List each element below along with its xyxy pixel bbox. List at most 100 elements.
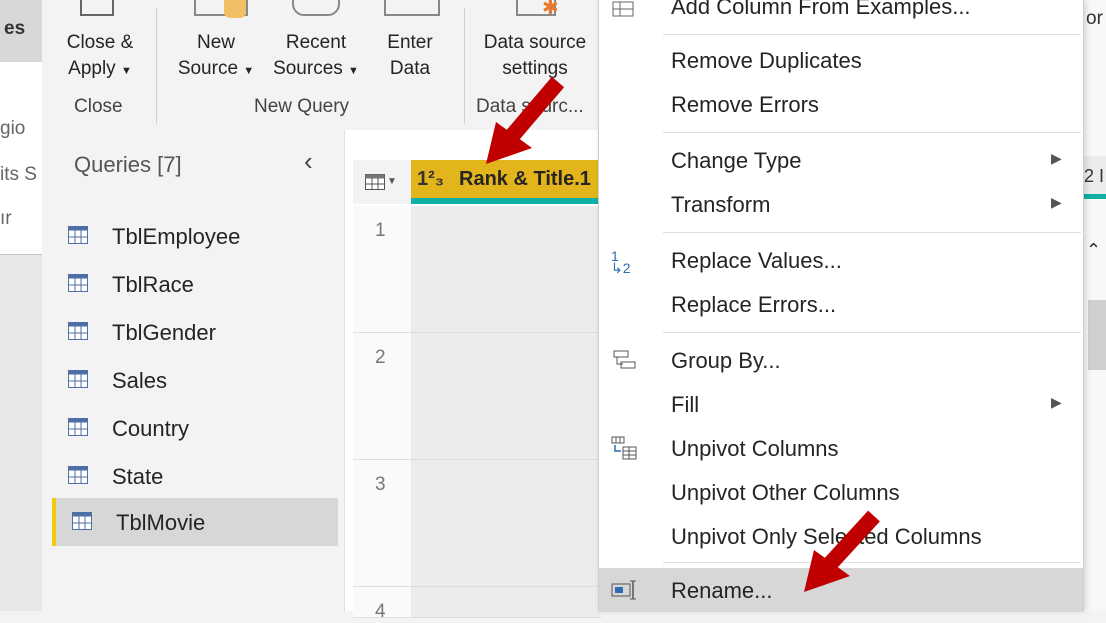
background-window: es gio its S ır <box>0 0 43 611</box>
table-menu-button[interactable]: ▼ <box>353 160 412 204</box>
annotation-arrow <box>486 76 565 164</box>
data-cell[interactable] <box>411 333 601 460</box>
examples-icon <box>612 1 634 17</box>
button-label: New <box>196 32 235 53</box>
ribbon-group-label: Close <box>74 96 123 117</box>
table-icon <box>68 322 88 340</box>
queries-pane: Queries [7] ‹ TblEmployee TblRace TblGen… <box>42 130 344 611</box>
menu-item-label: Group By... <box>671 348 781 373</box>
menu-item-remove-duplicates[interactable]: Remove Duplicates <box>599 38 1083 82</box>
chevron-down-icon: ▼ <box>120 65 132 77</box>
menu-item-label: Replace Values... <box>671 248 842 273</box>
background-text: ır <box>0 208 12 229</box>
table-icon <box>68 274 88 292</box>
button-label: Source <box>177 58 239 79</box>
menu-item-group-by[interactable]: Group By... <box>599 338 1083 382</box>
menu-item-add-column-from-examples[interactable]: Add Column From Examples... <box>599 0 1083 28</box>
menu-item-transform[interactable]: Transform ▶ <box>599 182 1083 226</box>
row-number[interactable]: 2 <box>353 333 412 460</box>
submenu-arrow-icon: ▶ <box>1051 194 1062 210</box>
right-panel-edge: or 2 I ⌃ <box>1082 0 1106 611</box>
whole-number-type-icon[interactable]: 1²₃ <box>417 168 444 191</box>
scrollbar-thumb[interactable] <box>1088 300 1106 370</box>
chevron-up-icon[interactable]: ⌃ <box>1086 240 1101 261</box>
background-text: or <box>1086 8 1103 29</box>
data-cell[interactable] <box>411 206 601 333</box>
menu-separator <box>663 332 1081 333</box>
new-source-button[interactable]: New Source ▼ <box>166 30 266 84</box>
divider <box>464 8 465 124</box>
row-number-label: 1 <box>375 220 386 241</box>
query-label: Country <box>112 416 190 441</box>
row-number-label: 3 <box>375 474 386 495</box>
rename-icon <box>611 580 636 600</box>
menu-item-label: Remove Duplicates <box>671 48 862 73</box>
data-cell[interactable] <box>411 460 601 587</box>
table-icon <box>68 226 88 244</box>
chevron-down-icon: ▼ <box>387 176 397 187</box>
query-label: State <box>112 464 164 489</box>
menu-item-label: Remove Errors <box>671 92 819 117</box>
button-label: Recent <box>285 32 347 53</box>
menu-item-label: Fill <box>671 392 700 417</box>
query-item-selected[interactable]: TblMovie <box>52 498 338 546</box>
gear-icon: ✱ <box>542 0 559 19</box>
row-number[interactable]: 1 <box>353 206 412 333</box>
close-apply-icon <box>80 0 114 16</box>
recent-sources-button[interactable]: Recent Sources ▼ <box>264 30 368 84</box>
group-by-icon <box>613 350 636 369</box>
menu-item-label: Unpivot Columns <box>671 436 839 461</box>
row-number-label: 4 <box>375 601 386 622</box>
menu-separator <box>663 132 1081 133</box>
query-item[interactable]: TblRace <box>52 260 334 308</box>
row-number-label: 2 <box>375 347 386 368</box>
menu-item-label: Rename... <box>671 578 773 603</box>
button-label: Apply <box>68 58 116 79</box>
button-label: Sources <box>273 58 343 79</box>
replace-values-icon: 1 ↳2 <box>611 248 631 276</box>
query-item[interactable]: State <box>52 452 334 500</box>
enter-data-button[interactable]: Enter Data <box>372 30 448 82</box>
menu-item-fill[interactable]: Fill ▶ <box>599 382 1083 426</box>
query-item[interactable]: TblGender <box>52 308 334 356</box>
query-item[interactable]: Sales <box>52 356 334 404</box>
query-item[interactable]: TblEmployee <box>52 212 334 260</box>
query-label: TblGender <box>112 320 216 345</box>
menu-item-label: Unpivot Other Columns <box>671 480 900 505</box>
row-number[interactable]: 4 <box>353 587 412 622</box>
table-icon <box>365 174 385 190</box>
next-column-header[interactable]: 2 I <box>1082 156 1106 199</box>
next-column-label: 2 I <box>1084 166 1105 186</box>
query-label: TblMovie <box>116 510 206 535</box>
menu-separator <box>663 232 1081 233</box>
enter-data-icon <box>384 0 440 16</box>
collapse-pane-icon[interactable]: ‹ <box>304 146 313 177</box>
menu-item-unpivot-columns[interactable]: Unpivot Columns <box>599 426 1083 470</box>
menu-item-replace-values[interactable]: 1 ↳2 Replace Values... <box>599 238 1083 282</box>
background-tab[interactable]: es <box>0 0 42 62</box>
table-icon <box>68 466 88 484</box>
close-apply-button[interactable]: Close & Apply ▼ <box>50 30 150 84</box>
chevron-down-icon: ▼ <box>243 65 255 77</box>
query-label: TblEmployee <box>112 224 241 249</box>
background-text: gio <box>0 118 26 139</box>
menu-item-label: Add Column From Examples... <box>671 0 971 19</box>
submenu-arrow-icon: ▶ <box>1051 394 1062 410</box>
menu-item-change-type[interactable]: Change Type ▶ <box>599 138 1083 182</box>
menu-item-remove-errors[interactable]: Remove Errors <box>599 82 1083 126</box>
button-label: Enter <box>387 32 433 53</box>
button-label: Data source <box>483 32 587 53</box>
divider <box>156 8 157 124</box>
database-icon <box>224 0 246 18</box>
button-label: Close & <box>66 32 134 53</box>
data-cell[interactable] <box>411 587 601 618</box>
button-label: Data <box>389 58 431 79</box>
table-icon <box>68 418 88 436</box>
query-label: TblRace <box>112 272 194 297</box>
row-number[interactable]: 3 <box>353 460 412 587</box>
menu-item-replace-errors[interactable]: Replace Errors... <box>599 282 1083 326</box>
submenu-arrow-icon: ▶ <box>1051 150 1062 166</box>
menu-item-label: Change Type <box>671 148 802 173</box>
recent-sources-icon <box>292 0 340 16</box>
query-item[interactable]: Country <box>52 404 334 452</box>
